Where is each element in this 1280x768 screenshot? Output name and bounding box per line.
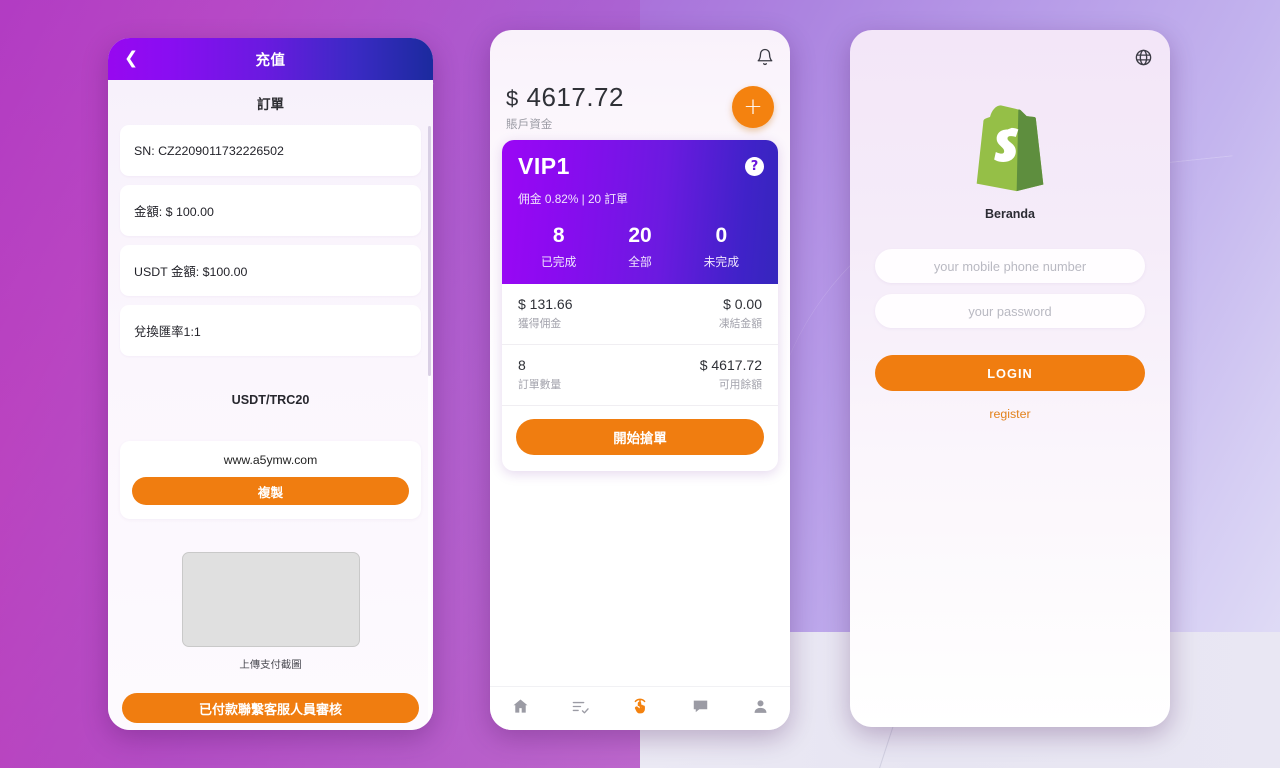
- cell-value: 8: [518, 357, 526, 373]
- cta-section: 開始搶單: [502, 406, 778, 471]
- cell-label: 獲得佣金: [518, 318, 562, 330]
- copy-button[interactable]: 複製: [132, 477, 409, 505]
- cell-value: $ 0.00: [723, 296, 762, 312]
- stat-value: 20: [628, 224, 652, 247]
- vip-banner: VIP1 ? 佣金 0.82% | 20 訂單 8 已完成 20 全部 0 未完…: [502, 140, 778, 284]
- vip-stats: 8 已完成 20 全部 0 未完成: [518, 224, 762, 270]
- phone-number-input[interactable]: [875, 249, 1145, 283]
- stat-label: 未完成: [703, 255, 740, 269]
- stat-value: 0: [715, 224, 728, 247]
- nav-item-chat[interactable]: [670, 697, 730, 721]
- question-mark-icon[interactable]: ?: [745, 157, 764, 176]
- upload-section: 上傳支付截圖: [120, 519, 421, 671]
- nav-item-profile[interactable]: [730, 697, 790, 721]
- globe-icon[interactable]: [1134, 48, 1153, 67]
- cell-earned-commission: $ 131.66 獲得佣金: [518, 296, 573, 331]
- chevron-left-icon[interactable]: ❮: [118, 47, 144, 72]
- person-icon: [751, 697, 770, 721]
- add-funds-button[interactable]: +: [732, 86, 774, 128]
- dashboard-header: $ 4617.72 賬戶資金 +: [490, 30, 790, 140]
- stat-value: 8: [552, 224, 565, 247]
- recharge-body: 訂單 SN: CZ2209011732226502 金額: $ 100.00 U…: [108, 80, 433, 730]
- stat-label: 全部: [628, 255, 652, 269]
- deposit-address: www.a5ymw.com: [223, 453, 318, 467]
- login-form: LOGIN register: [850, 221, 1170, 421]
- stat-completed: 8 已完成: [518, 224, 599, 270]
- bell-icon[interactable]: [756, 48, 774, 66]
- field-text: USDT 金額: $100.00: [134, 264, 248, 279]
- cell-value: $ 131.66: [518, 296, 573, 312]
- start-grabbing-orders-button[interactable]: 開始搶單: [516, 419, 764, 455]
- balance-amount: 4617.72: [526, 82, 624, 112]
- recharge-header: ❮ 充值: [108, 38, 433, 80]
- stat-label: 已完成: [540, 255, 577, 269]
- cell-value: $ 4617.72: [699, 357, 762, 373]
- field-serial-number: SN: CZ2209011732226502: [120, 125, 421, 176]
- password-input[interactable]: [875, 294, 1145, 328]
- cell-label: 訂單數量: [518, 379, 562, 391]
- field-usdt-amount: USDT 金額: $100.00: [120, 245, 421, 296]
- cell-label: 可用餘額: [718, 379, 762, 391]
- upload-label: 上傳支付截圖: [239, 660, 302, 671]
- vip-commission-info: 佣金 0.82% | 20 訂單: [518, 192, 628, 206]
- task-list-icon: [571, 697, 590, 721]
- brand-logo-section: Beranda: [850, 30, 1170, 221]
- field-text: SN: CZ2209011732226502: [134, 143, 284, 158]
- stat-incomplete: 0 未完成: [681, 224, 762, 270]
- field-text: 兌換匯率1:1: [134, 324, 201, 339]
- brand-name: Beranda: [984, 207, 1036, 221]
- cell-order-count: 8 訂單數量: [518, 357, 561, 392]
- contact-support-button[interactable]: 已付款聯繫客服人員審核: [122, 693, 419, 723]
- screenshot-canvas: ❮ 充值 訂單 SN: CZ2209011732226502 金額: $ 100…: [0, 0, 1280, 768]
- bottom-navigation: [490, 686, 790, 730]
- phone-dashboard-screen: $ 4617.72 賬戶資金 + VIP1 ? 佣金 0.82% | 20 訂單…: [490, 30, 790, 730]
- register-link[interactable]: register: [875, 407, 1145, 421]
- scrollbar-thumb[interactable]: [428, 126, 431, 376]
- deposit-address-card: www.a5ymw.com 複製: [120, 441, 421, 519]
- nav-item-home[interactable]: [490, 697, 550, 721]
- shopify-bag-icon: [964, 105, 1056, 196]
- submit-section: 已付款聯繫客服人員審核: [120, 671, 421, 723]
- balance-currency: $: [506, 86, 519, 111]
- nav-item-grab-orders[interactable]: [610, 696, 670, 721]
- chain-label: USDT/TRC20: [231, 393, 310, 407]
- chat-icon: [691, 697, 710, 721]
- cell-frozen-amount: $ 0.00 凍結金額: [719, 296, 762, 331]
- tap-hand-icon: [630, 696, 650, 721]
- phone-recharge-screen: ❮ 充值 訂單 SN: CZ2209011732226502 金額: $ 100…: [108, 38, 433, 730]
- vip-level: VIP1: [518, 153, 570, 179]
- home-icon: [511, 697, 530, 721]
- cell-available-balance: $ 4617.72 可用餘額: [700, 357, 762, 392]
- field-text: 金額: $ 100.00: [134, 204, 214, 219]
- field-amount: 金額: $ 100.00: [120, 185, 421, 236]
- upload-screenshot-dropzone[interactable]: [181, 552, 360, 647]
- cell-label: 凍結金額: [718, 318, 762, 330]
- nav-item-tasks[interactable]: [550, 697, 610, 721]
- vip-summary-card: VIP1 ? 佣金 0.82% | 20 訂單 8 已完成 20 全部 0 未完…: [502, 140, 778, 471]
- page-title: 充值: [255, 52, 286, 69]
- order-subtitle: 訂單: [257, 97, 284, 112]
- login-button[interactable]: LOGIN: [875, 355, 1145, 391]
- table-row: 8 訂單數量 $ 4617.72 可用餘額: [502, 345, 778, 406]
- stat-total: 20 全部: [599, 224, 680, 270]
- table-row: $ 131.66 獲得佣金 $ 0.00 凍結金額: [502, 284, 778, 345]
- field-exchange-rate: 兌換匯率1:1: [120, 305, 421, 356]
- phone-login-screen: Beranda LOGIN register: [850, 30, 1170, 727]
